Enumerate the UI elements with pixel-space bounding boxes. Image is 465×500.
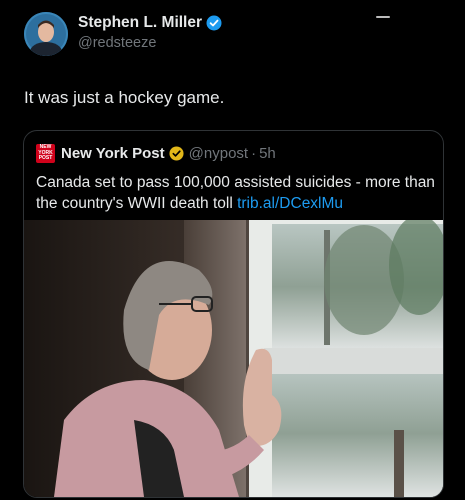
author-handle[interactable]: @redsteeze xyxy=(78,35,222,51)
gold-verified-badge-icon xyxy=(169,146,184,161)
tweet-text: It was just a hockey game. xyxy=(24,88,225,107)
separator: · xyxy=(251,145,257,162)
quoted-timestamp[interactable]: 5h xyxy=(259,145,276,162)
quoted-text-body: Canada set to pass 100,000 assisted suic… xyxy=(36,174,435,212)
status-indicator xyxy=(376,16,390,18)
quoted-image[interactable] xyxy=(24,220,443,497)
quoted-handle[interactable]: @nypost xyxy=(189,145,248,162)
quoted-display-name[interactable]: New York Post xyxy=(61,145,165,162)
quoted-tweet[interactable]: NEW YORK POST New York Post @nypost · 5h C… xyxy=(23,130,444,498)
quoted-tweet-text: Canada set to pass 100,000 assisted suic… xyxy=(36,172,436,214)
quoted-tweet-header: NEW YORK POST New York Post @nypost · 5h xyxy=(36,144,276,163)
tweet-author[interactable]: Stephen L. Miller @redsteeze xyxy=(24,12,222,56)
verified-badge-icon xyxy=(206,15,222,31)
avatar[interactable] xyxy=(24,12,68,56)
author-display-name[interactable]: Stephen L. Miller xyxy=(78,14,202,32)
quoted-link[interactable]: trib.al/DCexlMu xyxy=(237,195,343,212)
nypost-logo-icon[interactable]: NEW YORK POST xyxy=(36,144,55,163)
